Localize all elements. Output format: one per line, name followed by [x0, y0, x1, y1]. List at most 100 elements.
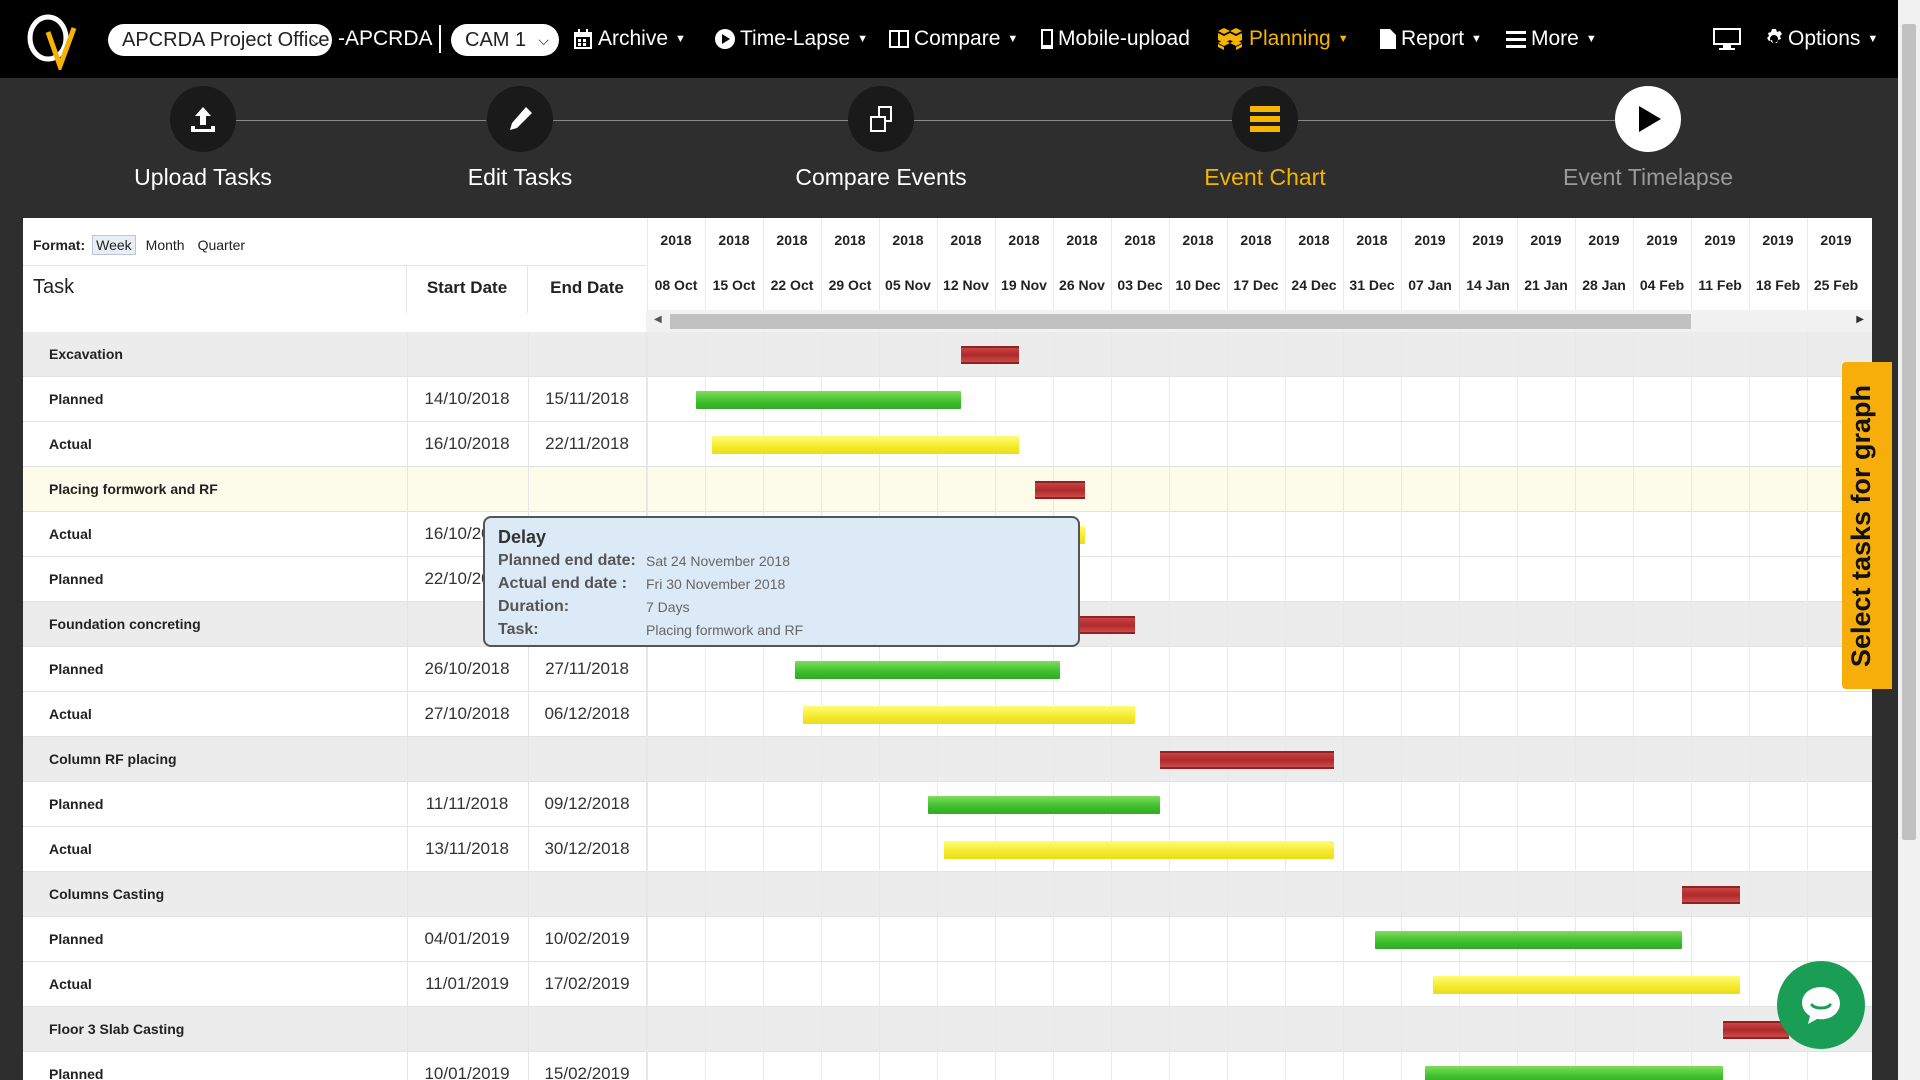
nav-options[interactable]: Options ▼	[1764, 22, 1878, 56]
caret-down-icon: ▼	[675, 33, 686, 45]
grid-line	[763, 1007, 764, 1052]
grid-line	[1691, 377, 1692, 422]
grid-line	[1807, 782, 1808, 827]
column-header-start-date[interactable]: Start Date	[407, 278, 527, 298]
grid-line	[1807, 332, 1808, 377]
scroll-left-icon[interactable]: ◀	[654, 314, 662, 325]
task-row[interactable]: Planned 11/11/2018 09/12/2018	[23, 782, 1872, 827]
column-divider	[407, 602, 408, 647]
nav-time-lapse[interactable]: Time-Lapse ▼	[714, 22, 868, 56]
actual-bar[interactable]	[803, 706, 1135, 724]
grid-line	[1807, 917, 1808, 962]
delay-bar[interactable]	[960, 346, 1019, 364]
grid-line	[821, 782, 822, 827]
delay-bar[interactable]	[1159, 751, 1334, 769]
actual-bar[interactable]	[1433, 976, 1740, 994]
grid-line	[1285, 422, 1286, 467]
grid-line	[705, 467, 706, 512]
actual-bar[interactable]	[712, 436, 1019, 454]
task-group-row[interactable]: Placing formwork and RF	[23, 467, 1872, 512]
planned-bar[interactable]	[1375, 931, 1682, 949]
step-event-chart[interactable]: Event Chart	[1125, 86, 1405, 191]
task-group-row[interactable]: Columns Casting	[23, 872, 1872, 917]
nav-planning[interactable]: Planning ▼	[1215, 22, 1349, 56]
delay-bar[interactable]	[1035, 481, 1086, 499]
grid-line	[1749, 557, 1750, 602]
planned-bar[interactable]	[1424, 1066, 1724, 1080]
task-row[interactable]: Planned 10/01/2019 15/02/2019	[23, 1052, 1872, 1080]
grid-line	[647, 827, 648, 872]
week-header-divider	[1169, 218, 1170, 310]
tooltip-title: Delay	[498, 527, 547, 547]
page-scrollbar-thumb[interactable]	[1902, 24, 1916, 840]
step-upload-tasks[interactable]: Upload Tasks	[63, 86, 343, 191]
task-group-row[interactable]: Floor 3 Slab Casting	[23, 1007, 1872, 1052]
task-rows: Excavation Planned 14/10/2018 15/11/2018 Act…	[23, 332, 1872, 1080]
grid-line	[1111, 557, 1112, 602]
nav-report[interactable]: Report ▼	[1379, 22, 1482, 56]
camera-select[interactable]: CAM 1 ⌵	[451, 24, 559, 56]
task-start-date: 14/10/2018	[424, 389, 510, 408]
grid-line	[1169, 782, 1170, 827]
step-compare-events[interactable]: Compare Events	[741, 86, 1021, 191]
grid-line	[1169, 872, 1170, 917]
grid-line	[1575, 557, 1576, 602]
nav-archive[interactable]: Archive ▼	[572, 22, 686, 56]
top-navbar: APCRDA Project Office ⌵ -APCRDA CAM 1 ⌵ …	[0, 0, 1898, 78]
task-row[interactable]: Actual 16/10/2018 22/11/2018	[23, 422, 1872, 467]
desktop-button[interactable]	[1712, 22, 1742, 56]
week-year-label: 2019	[1530, 232, 1562, 248]
grid-line	[705, 1007, 706, 1052]
grid-line	[995, 377, 996, 422]
grid-line	[1691, 737, 1692, 782]
task-row[interactable]: Planned 14/10/2018 15/11/2018	[23, 377, 1872, 422]
format-month[interactable]: Month	[143, 236, 188, 254]
step-edit-tasks[interactable]: Edit Tasks	[380, 86, 660, 191]
column-header-task[interactable]: Task	[33, 276, 74, 299]
timeline-scrollbar-thumb[interactable]	[670, 314, 1691, 329]
nav-compare[interactable]: Compare ▼	[888, 22, 1018, 56]
format-quarter[interactable]: Quarter	[195, 236, 248, 254]
planning-stepper: Upload Tasks Edit Tasks Compare Events E…	[0, 78, 1898, 218]
task-group-row[interactable]: Excavation	[23, 332, 1872, 377]
nav-mobile-upload[interactable]: Mobile-upload	[1040, 22, 1190, 56]
scroll-right-icon[interactable]: ▶	[1856, 314, 1864, 325]
grid-line	[1227, 602, 1228, 647]
nav-more[interactable]: More ▼	[1505, 22, 1597, 56]
grid-line	[821, 917, 822, 962]
planned-bar[interactable]	[695, 391, 961, 409]
week-header-divider	[1749, 218, 1750, 310]
grid-line	[1401, 422, 1402, 467]
task-end-date: 06/12/2018	[544, 704, 630, 723]
logo-icon[interactable]	[26, 12, 84, 70]
grid-line	[705, 1052, 706, 1080]
format-week[interactable]: Week	[92, 235, 136, 255]
grid-line	[1401, 827, 1402, 872]
week-header-divider	[1691, 218, 1692, 310]
column-header-end-date[interactable]: End Date	[528, 278, 646, 298]
task-row[interactable]: Planned 26/10/2018 27/11/2018	[23, 647, 1872, 692]
page-scrollbar[interactable]	[1898, 0, 1920, 1080]
task-end-date: 27/11/2018	[545, 659, 629, 678]
chat-widget-button[interactable]	[1777, 961, 1865, 1049]
task-row[interactable]: Actual 13/11/2018 30/12/2018	[23, 827, 1872, 872]
task-group-row[interactable]: Column RF placing	[23, 737, 1872, 782]
grid-line	[1459, 332, 1460, 377]
actual-bar[interactable]	[944, 841, 1334, 859]
delay-bar[interactable]	[1681, 886, 1740, 904]
project-select[interactable]: APCRDA Project Office ⌵	[108, 24, 332, 56]
task-row[interactable]: Actual 11/01/2019 17/02/2019	[23, 962, 1872, 1007]
delay-bar[interactable]	[1723, 1021, 1790, 1039]
task-row[interactable]: Planned 04/01/2019 10/02/2019	[23, 917, 1872, 962]
task-name: Actual	[49, 526, 92, 542]
planned-bar[interactable]	[927, 796, 1160, 814]
select-tasks-tab[interactable]: Select tasks for graph	[1842, 362, 1892, 689]
step-event-timelapse[interactable]: Event Timelapse	[1508, 86, 1788, 191]
grid-line	[1343, 917, 1344, 962]
grid-line	[995, 1007, 996, 1052]
timeline-scrollbar[interactable]: ◀ ▶	[646, 310, 1872, 332]
grid-line	[1807, 692, 1808, 737]
grid-line	[937, 917, 938, 962]
planned-bar[interactable]	[795, 661, 1061, 679]
task-row[interactable]: Actual 27/10/2018 06/12/2018	[23, 692, 1872, 737]
